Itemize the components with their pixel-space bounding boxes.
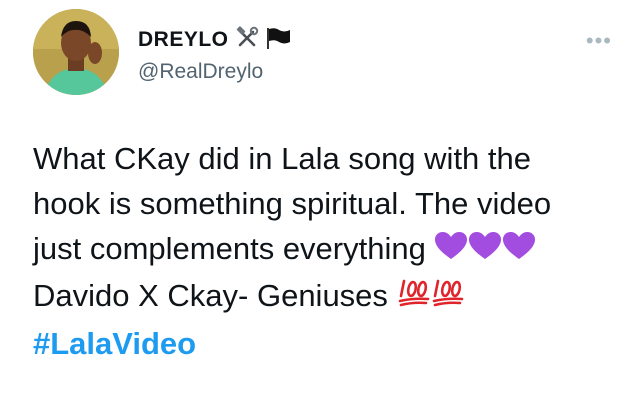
hundred-points-icon	[397, 276, 431, 321]
purple-heart-icon	[434, 228, 468, 273]
display-name[interactable]: DREYLO	[138, 28, 229, 52]
purple-heart-icon	[502, 228, 536, 273]
tweet-card: DREYLO @RealDreylo ••• What CKay did in …	[0, 0, 640, 400]
tweet-line: What CKay did in Lala song with the	[33, 141, 531, 176]
hammer-and-wrench-icon	[235, 25, 259, 55]
tweet-line-text: just complements everything	[33, 231, 426, 266]
display-name-row: DREYLO	[138, 25, 291, 55]
author-block: DREYLO @RealDreylo	[138, 25, 291, 84]
more-options-icon[interactable]: •••	[586, 28, 612, 54]
hundred-points-icon	[431, 276, 465, 321]
hashtag-link[interactable]: #LalaVideo	[33, 326, 196, 361]
black-flag-icon	[265, 26, 291, 55]
tweet-line-with-hearts: just complements everything	[33, 226, 623, 273]
hashtag-line: #LalaVideo	[33, 321, 623, 366]
tweet-line-with-hundreds: Davido X Ckay- Geniuses	[33, 273, 623, 320]
purple-heart-icon	[468, 228, 502, 273]
author-handle[interactable]: @RealDreylo	[138, 60, 291, 84]
avatar[interactable]	[33, 9, 119, 95]
tweet-line-text: Davido X Ckay- Geniuses	[33, 278, 388, 314]
tweet-text: What CKay did in Lala song with the hook…	[33, 136, 623, 366]
tweet-line: hook is something spiritual. The video	[33, 186, 552, 221]
